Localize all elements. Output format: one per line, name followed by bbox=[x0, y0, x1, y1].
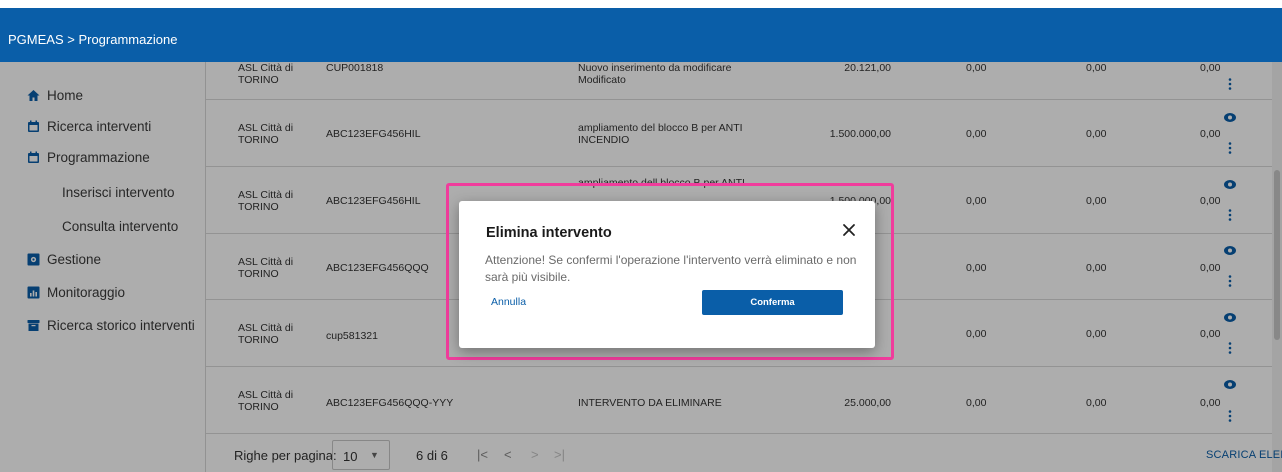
cancel-button[interactable]: Annulla bbox=[491, 296, 526, 308]
top-strip bbox=[0, 0, 1282, 8]
delete-intervention-dialog: Elimina intervento Attenzione! Se confer… bbox=[459, 201, 875, 348]
confirm-button[interactable]: Conferma bbox=[702, 290, 843, 315]
dialog-title: Elimina intervento bbox=[486, 225, 612, 241]
close-icon[interactable] bbox=[842, 223, 856, 237]
breadcrumb[interactable]: PGMEAS > Programmazione bbox=[8, 32, 177, 47]
dialog-message: Attenzione! Se confermi l'operazione l'i… bbox=[485, 253, 857, 284]
